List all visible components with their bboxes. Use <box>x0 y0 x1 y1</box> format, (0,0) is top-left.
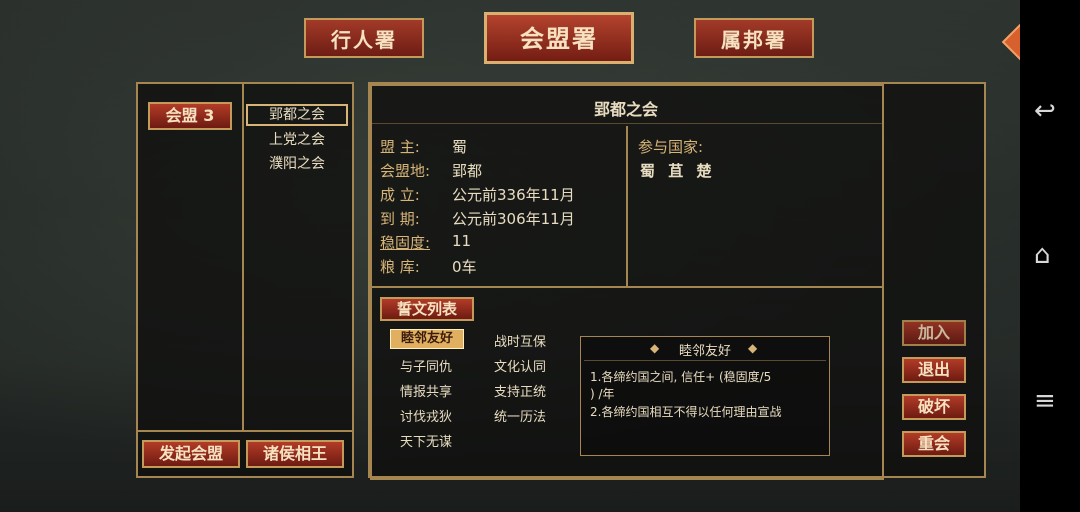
reconvene-button[interactable]: 重会 <box>902 431 966 457</box>
expires-label: 到 期: <box>380 210 420 228</box>
oath-description-line: 2.各缔约国相互不得以任何理由宣战 <box>590 405 782 419</box>
quit-button[interactable]: 退出 <box>902 357 966 383</box>
tab-vassal-office[interactable]: 属邦署 <box>694 18 814 58</box>
oath-description-line: ) /年 <box>590 387 615 401</box>
oath-item[interactable]: 与子同仇 <box>390 356 462 375</box>
oath-item-selected[interactable]: 睦邻友好 <box>390 329 464 349</box>
oath-description-line: 1.各缔约国之间, 信任+ (稳固度/5 <box>590 370 772 384</box>
location-value: 郢都 <box>452 162 483 180</box>
destroy-button[interactable]: 破坏 <box>902 394 966 420</box>
category-alliance-button[interactable]: 会盟 3 <box>148 102 232 130</box>
menu-icon[interactable]: ≡ <box>1034 388 1056 414</box>
home-icon[interactable]: ⌂ <box>1034 242 1051 268</box>
diamond-icon: ◆ <box>650 341 660 355</box>
leader-value: 蜀 <box>452 138 468 156</box>
leader-label: 盟 主: <box>380 138 420 156</box>
meeting-item[interactable]: 濮阳之会 <box>246 153 348 173</box>
oath-item[interactable]: 支持正统 <box>484 381 556 400</box>
back-icon[interactable]: ↩ <box>1034 98 1056 124</box>
founded-value: 公元前336年11月 <box>452 186 575 204</box>
granary-label: 粮 库: <box>380 258 420 276</box>
divider <box>626 126 628 288</box>
divider <box>138 430 352 432</box>
founded-label: 成 立: <box>380 186 420 204</box>
participants-value: 蜀 苴 楚 <box>640 162 716 180</box>
oath-list-header: 誓文列表 <box>380 297 474 321</box>
diamond-icon: ◆ <box>748 341 758 355</box>
oath-item[interactable]: 讨伐戎狄 <box>390 406 462 425</box>
location-label: 会盟地: <box>380 162 431 180</box>
oath-item[interactable]: 天下无谋 <box>390 431 462 450</box>
divider <box>242 84 244 432</box>
oath-item[interactable]: 文化认同 <box>484 356 556 375</box>
stability-label[interactable]: 稳固度: <box>380 232 430 253</box>
participants-label: 参与国家: <box>638 138 704 156</box>
mutual-kings-button[interactable]: 诸侯相王 <box>246 440 344 468</box>
oath-description-title: 睦邻友好 <box>678 344 731 359</box>
divider <box>584 360 826 361</box>
granary-value: 0车 <box>452 258 477 276</box>
oath-item[interactable]: 情报共享 <box>390 381 462 400</box>
stability-value: 11 <box>452 232 472 250</box>
tab-alliance-office[interactable]: 会盟署 <box>484 12 634 64</box>
tab-envoy-office[interactable]: 行人署 <box>304 18 424 58</box>
divider <box>372 123 882 124</box>
join-button[interactable]: 加入 <box>902 320 966 346</box>
start-alliance-button[interactable]: 发起会盟 <box>142 440 240 468</box>
meeting-item[interactable]: 上党之会 <box>246 129 348 149</box>
oath-item[interactable]: 统一历法 <box>484 406 556 425</box>
meeting-title: 郢都之会 <box>593 100 658 119</box>
oath-item[interactable]: 战时互保 <box>484 331 556 350</box>
meeting-item-selected[interactable]: 郢都之会 <box>246 104 348 126</box>
expires-value: 公元前306年11月 <box>452 210 575 228</box>
